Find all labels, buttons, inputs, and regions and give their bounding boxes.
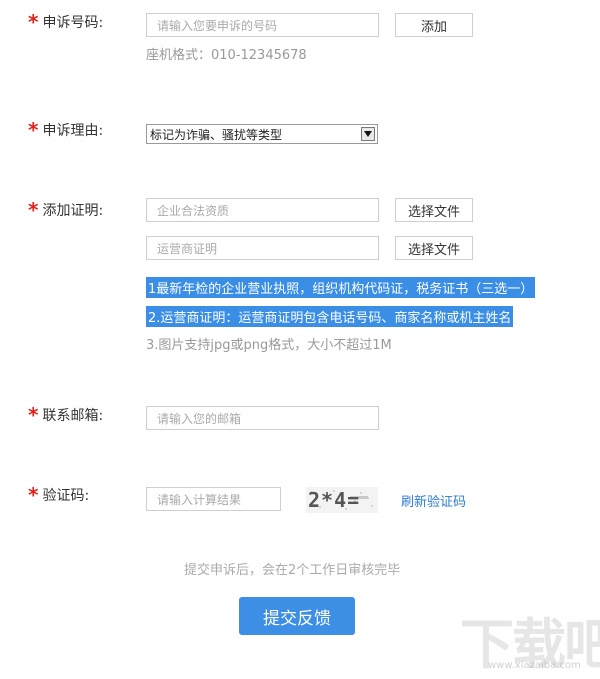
proof-file1-field[interactable]: 企业合法资质 [146,198,379,222]
proof-file2-field[interactable]: 运营商证明 [146,236,379,260]
captcha-label: * 验证码: [28,485,89,505]
required-mark: * [28,10,39,34]
email-label-text: 联系邮箱: [42,408,104,424]
required-mark: * [28,403,39,427]
chevron-down-icon[interactable] [361,127,375,141]
proof-label-text: 添加证明: [42,203,104,219]
review-hint: 提交申诉后，会在2个工作日审核完毕 [184,563,401,578]
proof-file2-placeholder: 运营商证明 [157,241,218,256]
captcha-input[interactable]: 请输入计算结果 [146,487,281,511]
email-label: * 联系邮箱: [28,405,103,425]
proof-file1-placeholder: 企业合法资质 [157,203,230,218]
email-input[interactable]: 请输入您的邮箱 [146,406,379,430]
watermark-url: www.xiazaiba.com [488,660,581,671]
proof-note-3: 3.图片支持jpg或png格式，大小不超过1M [146,338,392,353]
captcha-label-text: 验证码: [42,488,90,504]
phone-input-placeholder: 请输入您要申诉的号码 [157,18,278,33]
reason-select[interactable]: 标记为诈骗、骚扰等类型 [146,124,378,144]
required-mark: * [28,118,39,142]
email-input-placeholder: 请输入您的邮箱 [157,411,242,426]
captcha-input-placeholder: 请输入计算结果 [157,492,242,507]
proof-note-2: 2.运营商证明：运营商证明包含电话号码、商家名称或机主姓名 [146,306,514,327]
reason-label-text: 申诉理由: [42,123,104,139]
phone-hint: 座机格式：010-12345678 [146,48,307,63]
required-mark: * [28,483,39,507]
proof-note-1: 1最新年检的企业营业执照，组织机构代码证，税务证书（三选一） [146,277,536,298]
add-button[interactable]: 添加 [395,13,473,37]
phone-label: * 申诉号码: [28,12,103,32]
choose-file-button-2[interactable]: 选择文件 [395,236,473,260]
phone-input[interactable]: 请输入您要申诉的号码 [146,13,379,37]
reason-select-value: 标记为诈骗、骚扰等类型 [150,127,283,142]
proof-label: * 添加证明: [28,200,103,220]
submit-button[interactable]: 提交反馈 [239,597,355,635]
captcha-text: 2*4= [308,488,361,512]
refresh-captcha-link[interactable]: 刷新验证码 [401,491,466,510]
reason-label: * 申诉理由: [28,120,103,140]
required-mark: * [28,198,39,222]
choose-file-button-1[interactable]: 选择文件 [395,198,473,222]
captcha-image[interactable]: 2*4= [306,487,378,513]
phone-label-text: 申诉号码: [42,15,104,31]
